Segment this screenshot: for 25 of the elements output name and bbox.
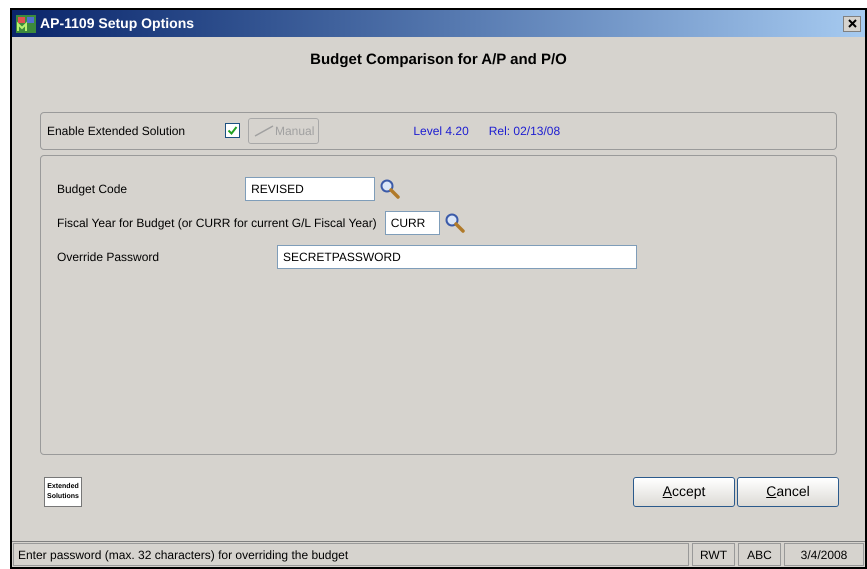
field-label: Budget Code (57, 180, 128, 198)
field-label: Override Password (57, 248, 160, 266)
text-field[interactable]: CURR (384, 210, 440, 234)
close-icon (848, 19, 856, 28)
text-field[interactable]: SECRETPASSWORD (277, 244, 638, 268)
pen-icon (253, 124, 275, 138)
status-date: 3/4/2008 (784, 543, 864, 566)
field-label: Fiscal Year for Budget (or CURR for current G/L Fiscal Year) (57, 214, 377, 232)
status-user: RWT (692, 543, 735, 566)
release-text: Rel: 02/13/08 (488, 122, 560, 140)
dialog-button[interactable]: Cancel (737, 476, 839, 506)
level-text: Level 4.20 (413, 122, 469, 140)
text-field[interactable]: REVISED (245, 176, 376, 200)
search-icon[interactable] (379, 178, 402, 200)
check-icon (227, 125, 238, 136)
search-icon[interactable] (444, 212, 466, 234)
enable-label: Enable Extended Solution (47, 122, 186, 140)
window-title: AP-1109 Setup Options (40, 14, 194, 33)
close-button[interactable] (843, 16, 861, 32)
enable-checkbox[interactable] (225, 123, 240, 138)
dialog-heading: Budget Comparison for A/P and P/O (310, 50, 567, 70)
status-company: ABC (738, 543, 781, 566)
dialog-button[interactable]: Accept (633, 476, 735, 506)
status-message: Enter password (max. 32 characters) for overriding the budget (13, 543, 689, 566)
app-icon (16, 14, 36, 32)
